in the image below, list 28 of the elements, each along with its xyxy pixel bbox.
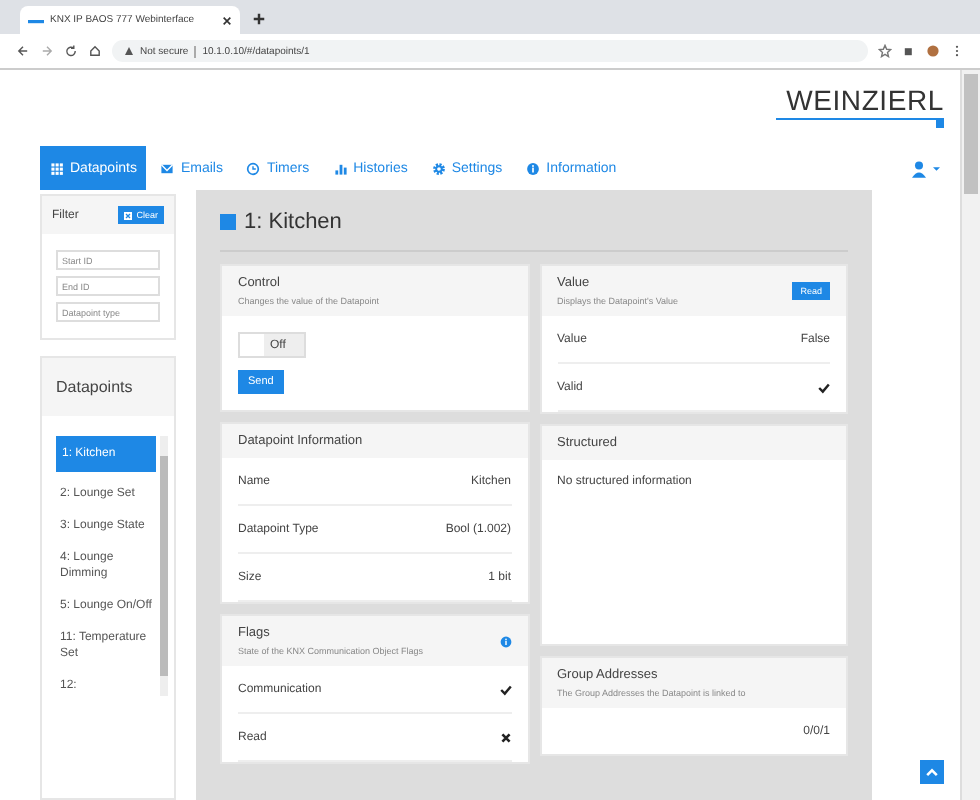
bar-chart-icon [333, 161, 348, 175]
profile-icon[interactable] [926, 44, 940, 58]
envelope-icon [160, 161, 175, 175]
datapoints-title: Datapoints [42, 358, 174, 416]
scroll-to-top-button[interactable] [920, 760, 944, 784]
star-icon[interactable] [878, 44, 892, 58]
page-icon [28, 14, 44, 26]
back-icon[interactable] [16, 44, 30, 58]
grid-icon [50, 161, 64, 175]
home-icon[interactable] [88, 44, 102, 58]
close-icon[interactable] [222, 15, 232, 25]
square-icon [220, 214, 236, 230]
info-icon[interactable] [499, 635, 511, 647]
page-title: 1: Kitchen [244, 210, 342, 234]
forward-icon[interactable] [40, 44, 54, 58]
reload-icon[interactable] [64, 44, 78, 58]
user-menu-icon[interactable] [912, 159, 940, 177]
clock-icon [246, 161, 261, 175]
info-icon [526, 161, 541, 175]
scrollbar[interactable] [160, 436, 168, 696]
menu-icon[interactable] [950, 44, 964, 58]
settings-icon [431, 161, 446, 175]
page-scrollbar[interactable] [960, 70, 980, 800]
warning-icon [124, 46, 134, 56]
logo: WEINZIERL [776, 84, 944, 130]
chevron-up-icon [924, 764, 940, 780]
new-tab-icon[interactable] [252, 12, 266, 26]
close-icon [124, 211, 133, 219]
